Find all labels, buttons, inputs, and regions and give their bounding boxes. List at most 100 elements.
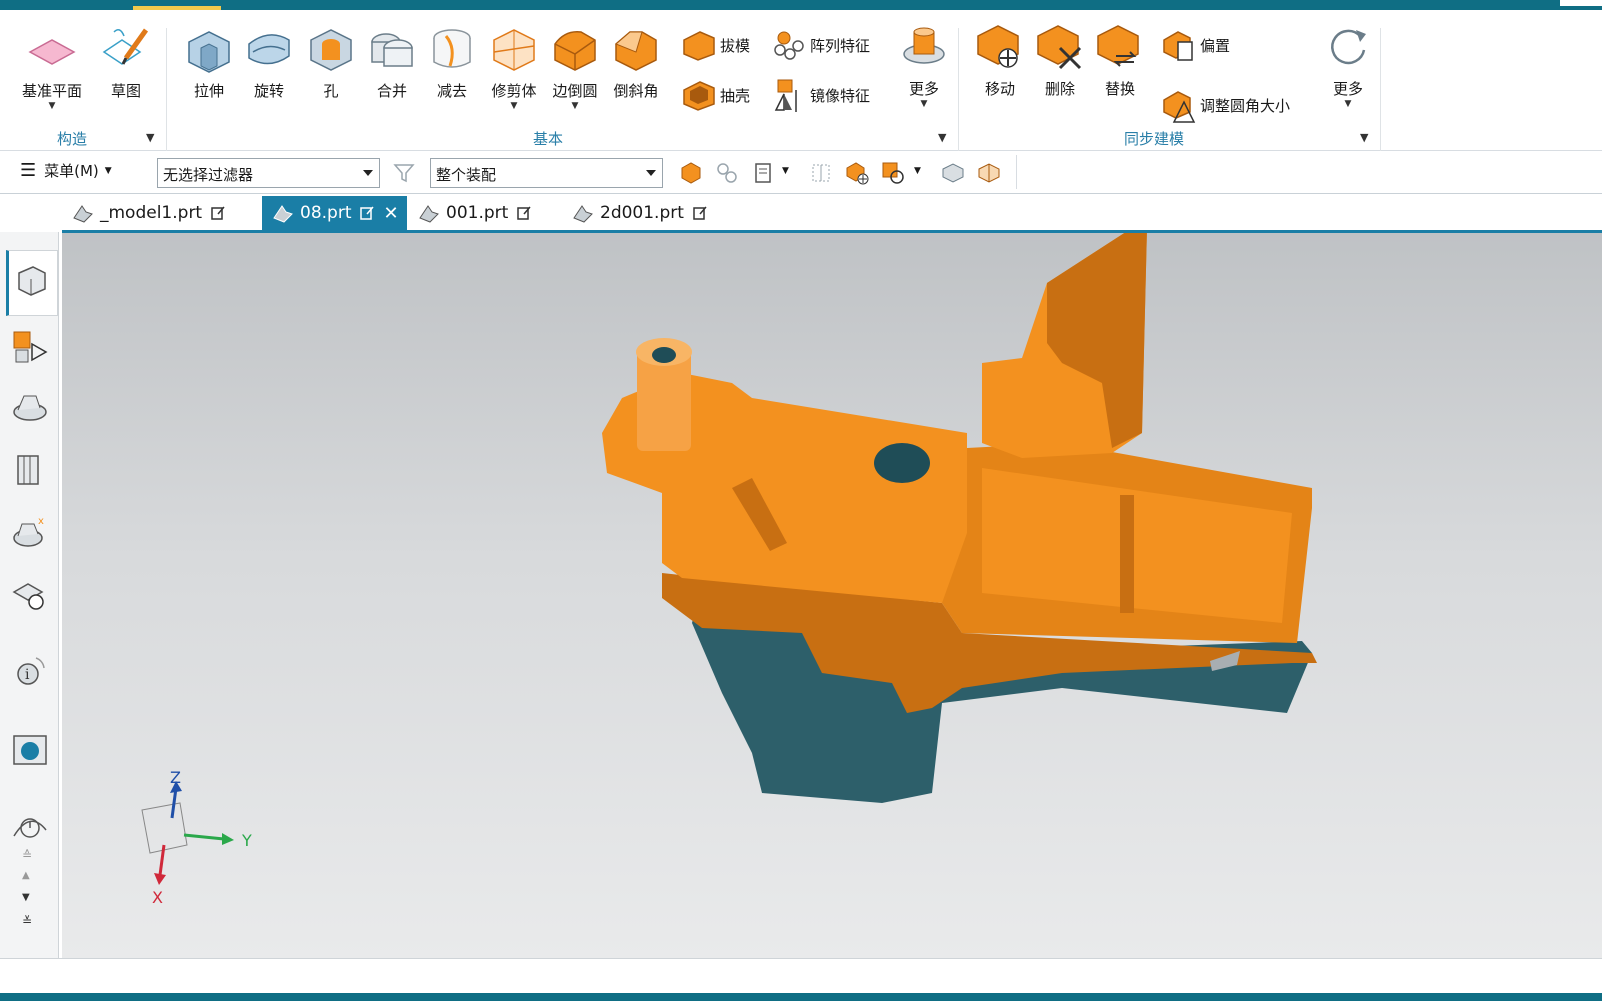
trim-body-button[interactable]: 修剪体 ▼ — [488, 22, 540, 111]
part-channel-rib — [1120, 495, 1134, 613]
hide-body-icon[interactable] — [976, 160, 1002, 186]
chevron-down-icon: ▼ — [104, 165, 112, 176]
draft-label: 拔模 — [720, 36, 751, 55]
chevron-down-icon[interactable]: ▼ — [49, 102, 56, 111]
shell-button[interactable]: 抽壳 — [680, 76, 750, 114]
svg-text:x: x — [38, 516, 44, 527]
select-components-icon[interactable] — [714, 160, 740, 186]
edge-blend-button[interactable]: 边倒圆 ▼ — [549, 22, 601, 111]
constraint-navigator-icon[interactable] — [10, 388, 50, 428]
basic-group-expand-icon[interactable]: ▼ — [938, 131, 946, 144]
axis-y-label: Y — [241, 831, 252, 850]
web-browser-icon[interactable] — [10, 574, 50, 614]
pattern-feature-icon — [774, 31, 804, 60]
subtract-button[interactable]: 减去 — [426, 22, 478, 100]
extrude-label: 拉伸 — [193, 82, 224, 100]
construct-group-label: 构造 — [57, 130, 88, 148]
draft-button[interactable]: 拔模 — [680, 26, 750, 64]
show-body-icon[interactable] — [940, 160, 966, 186]
unite-icon — [371, 33, 413, 67]
model-view[interactable]: Z Y X — [62, 233, 1602, 958]
extrude-button[interactable]: 拉伸 — [183, 22, 235, 100]
snap-point-icon[interactable] — [808, 160, 834, 186]
tab-08[interactable]: 08.prt ✕ — [262, 196, 407, 230]
edit-icon[interactable] — [692, 205, 708, 221]
delete-face-label: 删除 — [1044, 80, 1075, 98]
pattern-feature-button[interactable]: 阵列特征 — [770, 26, 870, 64]
move-face-label: 移动 — [984, 80, 1015, 98]
chevron-down-icon[interactable]: ▼ — [1345, 100, 1352, 109]
chevron-down-icon[interactable]: ▼ — [914, 166, 921, 176]
select-feature-icon[interactable] — [678, 160, 704, 186]
scroll-up-icon[interactable]: ≙ — [22, 848, 32, 862]
construct-group-expand-icon[interactable]: ▼ — [146, 131, 154, 144]
refresh-icon — [1331, 29, 1366, 65]
resource-bar: x i ≙ ▲ ▼ ≚ — [0, 194, 59, 958]
resize-blend-button[interactable]: 调整圆角大小 — [1160, 86, 1290, 124]
scroll-bottom-icon[interactable]: ≚ — [22, 914, 32, 928]
offset-region-icon — [1163, 31, 1193, 61]
sync-group-expand-icon[interactable]: ▼ — [1360, 131, 1368, 144]
type-filter-dropdown[interactable]: 无选择过滤器 — [157, 158, 380, 188]
quick-pick-icon[interactable] — [880, 160, 906, 186]
edit-icon[interactable] — [210, 205, 226, 221]
unite-button[interactable]: 合并 — [366, 22, 418, 100]
wcs-triad[interactable] — [141, 781, 234, 885]
reuse-library-icon[interactable] — [10, 450, 50, 490]
axis-x-label: X — [152, 888, 163, 907]
basic-more-label: 更多 — [908, 80, 939, 98]
sketch-label: 草图 — [110, 82, 141, 100]
replace-face-button[interactable]: 替换 — [1094, 20, 1146, 98]
add-body-icon[interactable] — [844, 160, 870, 186]
chevron-up-icon[interactable]: ▲ — [22, 870, 30, 881]
graphics-window[interactable]: Z Y X — [62, 233, 1602, 958]
history-icon[interactable] — [10, 806, 50, 846]
edit-icon[interactable] — [359, 205, 375, 221]
filter-reset-icon[interactable] — [392, 160, 418, 186]
datum-plane-label: 基准平面 — [22, 82, 83, 100]
document-tab-bar: _model1.prt 08.prt ✕ 001.prt 2d001.prt — [0, 194, 1602, 232]
move-face-button[interactable]: 移动 — [974, 20, 1026, 98]
sync-more-button[interactable]: 更多 ▼ — [1322, 20, 1374, 109]
hd3d-tools-icon[interactable]: x — [10, 512, 50, 552]
shell-icon — [683, 81, 715, 111]
chamfer-button[interactable]: 倒斜角 — [610, 22, 662, 100]
toolbar-divider — [1016, 155, 1017, 189]
feature-filter-icon[interactable] — [752, 160, 778, 186]
pattern-feature-label: 阵列特征 — [810, 36, 871, 55]
part-navigator-button[interactable] — [6, 250, 58, 316]
chevron-down-icon[interactable]: ▼ — [511, 102, 518, 111]
main-menu-button[interactable]: ☰ 菜单(M) ▼ — [20, 160, 112, 181]
delete-face-button[interactable]: 删除 — [1034, 20, 1086, 98]
trim-body-label: 修剪体 — [491, 82, 537, 100]
taskbar-strip — [0, 993, 1602, 1001]
tab-model1[interactable]: _model1.prt — [62, 196, 252, 230]
assembly-navigator-icon[interactable] — [10, 326, 50, 366]
window-control[interactable] — [1560, 0, 1602, 6]
revolve-button[interactable]: 旋转 — [243, 22, 295, 100]
resize-blend-label: 调整圆角大小 — [1200, 96, 1291, 115]
sketch-button[interactable]: 草图 — [100, 22, 152, 100]
chevron-down-icon[interactable]: ▼ — [572, 102, 579, 111]
tab-label: 08.prt — [300, 203, 352, 223]
chevron-down-icon[interactable]: ▼ — [22, 892, 30, 903]
offset-region-button[interactable]: 偏置 — [1160, 26, 1230, 64]
tab-2d001[interactable]: 2d001.prt — [562, 196, 722, 230]
mirror-feature-button[interactable]: 镜像特征 — [770, 76, 870, 114]
tab-001[interactable]: 001.prt — [408, 196, 538, 230]
roles-icon[interactable] — [10, 730, 50, 770]
info-icon[interactable]: i — [10, 650, 50, 690]
hole-button[interactable]: 孔 — [305, 22, 357, 100]
datum-plane-icon — [28, 39, 76, 65]
revolve-label: 旋转 — [253, 82, 284, 100]
resize-blend-icon — [1163, 91, 1196, 123]
selection-scope-dropdown[interactable]: 整个装配 — [430, 158, 663, 188]
chevron-down-icon[interactable]: ▼ — [782, 166, 789, 176]
part-through-hole — [874, 443, 930, 483]
edit-icon[interactable] — [516, 205, 532, 221]
datum-plane-button[interactable]: 基准平面 ▼ — [22, 22, 82, 111]
close-icon[interactable]: ✕ — [383, 203, 398, 224]
delete-face-icon — [1037, 25, 1082, 70]
basic-more-button[interactable]: 更多 ▼ — [898, 20, 950, 109]
chevron-down-icon[interactable]: ▼ — [921, 100, 928, 109]
